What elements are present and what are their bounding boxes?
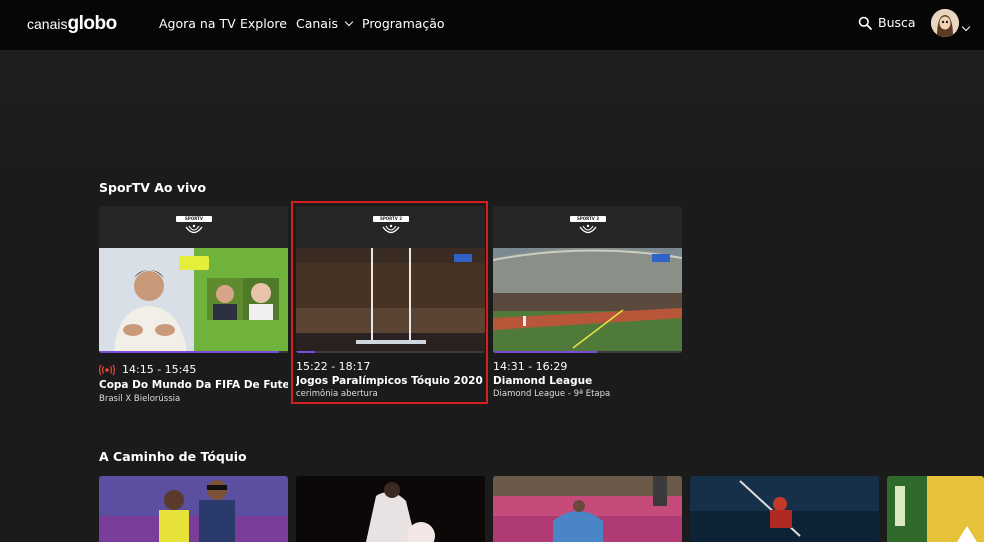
program-thumbnail: [493, 248, 682, 353]
program-thumbnail: [99, 248, 288, 353]
hero-banner-area: [0, 50, 984, 170]
watch-progress-bar: [99, 351, 279, 353]
avatar-face-icon: [931, 9, 959, 37]
canais-globo-logo[interactable]: canaisglobo: [27, 13, 117, 36]
live-broadcast-icon: [99, 364, 115, 376]
section-title-sportv-ao-vivo: SporTV Ao vivo: [99, 180, 207, 195]
channel-header: SPORTV: [99, 206, 288, 248]
sportv-channel-logo: SPORTV: [176, 216, 212, 240]
user-avatar[interactable]: [931, 9, 959, 37]
sportv-3-channel-logo: SPORTV 3: [570, 216, 606, 240]
channel-card-sportv-3[interactable]: SPORTV 3: [493, 206, 682, 353]
program-time: 14:31 - 16:29: [493, 360, 568, 373]
program-subtitle: Brasil X Bielorússia: [99, 394, 181, 404]
account-menu-toggle[interactable]: [961, 18, 971, 37]
nav-agora-na-tv[interactable]: Agora na TV: [159, 16, 236, 32]
focused-card-highlight: [291, 201, 488, 404]
chevron-down-icon: [961, 22, 971, 32]
program-subtitle: Diamond League - 9ª Etapa: [493, 389, 611, 399]
nav-canais[interactable]: Canais: [296, 16, 354, 32]
program-title[interactable]: Copa Do Mundo Da FIFA De Futebol...: [99, 379, 288, 391]
content-thumbnail[interactable]: [296, 476, 485, 542]
content-thumbnail[interactable]: [887, 476, 984, 542]
content-thumbnail[interactable]: [99, 476, 288, 542]
watch-progress-bar: [493, 351, 597, 353]
search-label: Busca: [878, 15, 916, 30]
program-title[interactable]: Diamond League: [493, 375, 682, 387]
nav-canais-label: Canais: [296, 16, 338, 31]
content-thumbnail[interactable]: [493, 476, 682, 542]
channel-card-sportv[interactable]: SPORTV: [99, 206, 288, 353]
search-button[interactable]: Busca: [858, 15, 916, 30]
nav-explore[interactable]: Explore: [240, 16, 287, 32]
section-title-a-caminho-de-toquio: A Caminho de Tóquio: [99, 449, 247, 464]
chevron-down-icon: [344, 17, 354, 27]
channel-header: SPORTV 3: [493, 206, 682, 248]
content-thumbnail[interactable]: [690, 476, 879, 542]
program-time: 14:15 - 15:45: [122, 363, 197, 376]
nav-programacao[interactable]: Programação: [362, 16, 445, 32]
search-icon: [858, 16, 872, 30]
top-navigation-bar: canaisglobo Agora na TV Explore Canais P…: [0, 0, 984, 50]
